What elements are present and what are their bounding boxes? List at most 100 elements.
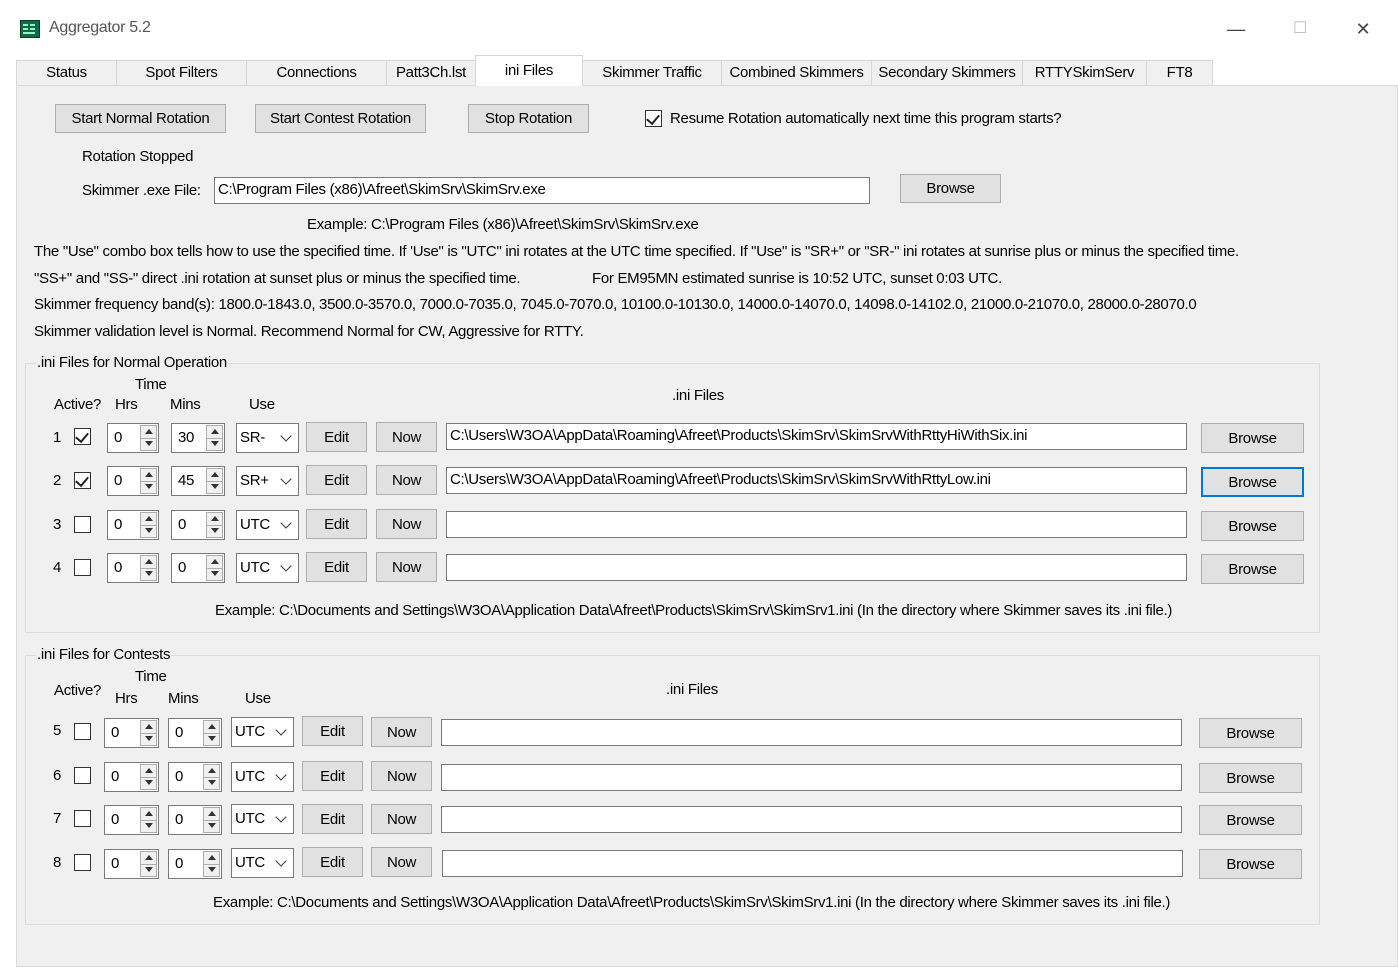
row-hrs-stepper[interactable]: 0 xyxy=(107,423,159,453)
start-normal-rotation-button[interactable]: Start Normal Rotation xyxy=(55,104,226,133)
row-browse-button[interactable]: Browse xyxy=(1201,511,1304,541)
row-now-button[interactable]: Now xyxy=(376,509,437,539)
resume-rotation-checkbox[interactable] xyxy=(645,110,662,127)
row-browse-button[interactable]: Browse xyxy=(1199,805,1302,835)
spin-down-icon[interactable] xyxy=(141,820,156,832)
spin-down-icon[interactable] xyxy=(141,438,156,450)
row-active-checkbox[interactable] xyxy=(74,516,91,533)
spin-down-icon[interactable] xyxy=(141,777,156,789)
tab-ft8[interactable]: FT8 xyxy=(1146,60,1213,85)
row-browse-button[interactable]: Browse xyxy=(1199,763,1302,793)
row-use-select[interactable]: UTC xyxy=(231,848,294,878)
row-edit-button[interactable]: Edit xyxy=(302,847,363,877)
spin-down-icon[interactable] xyxy=(141,481,156,493)
spin-down-icon[interactable] xyxy=(141,733,156,745)
row-browse-button[interactable]: Browse xyxy=(1201,554,1304,584)
normal-operation-group-label: .ini Files for Normal Operation xyxy=(36,354,228,371)
maximize-icon[interactable]: ☐ xyxy=(1289,18,1311,40)
row-browse-button[interactable]: Browse xyxy=(1199,849,1302,879)
spin-down-icon[interactable] xyxy=(141,568,156,580)
row-use-select[interactable]: UTC xyxy=(231,804,294,834)
spin-down-icon[interactable] xyxy=(207,525,222,537)
row-active-checkbox[interactable] xyxy=(74,472,91,489)
row-ini-path-input[interactable]: C:\Users\W3OA\AppData\Roaming\Afreet\Pro… xyxy=(446,467,1187,494)
row-edit-button[interactable]: Edit xyxy=(306,422,367,452)
row-edit-button[interactable]: Edit xyxy=(306,465,367,495)
tab-patt3ch[interactable]: Patt3Ch.lst xyxy=(386,60,476,85)
close-icon[interactable]: ✕ xyxy=(1352,18,1374,40)
row-active-checkbox[interactable] xyxy=(74,559,91,576)
row-ini-path-input[interactable] xyxy=(446,511,1187,538)
row-use-select[interactable]: UTC xyxy=(236,510,299,540)
spin-down-icon[interactable] xyxy=(204,820,219,832)
row-hrs-stepper[interactable]: 0 xyxy=(107,466,159,496)
row-active-checkbox[interactable] xyxy=(74,854,91,871)
spin-down-icon[interactable] xyxy=(204,733,219,745)
tab-secondary-skimmers[interactable]: Secondary Skimmers xyxy=(871,60,1023,85)
row-hrs-stepper[interactable]: 0 xyxy=(104,849,159,879)
row-edit-button[interactable]: Edit xyxy=(302,804,363,834)
row-hrs-stepper[interactable]: 0 xyxy=(107,553,159,583)
row-ini-path-input[interactable] xyxy=(442,850,1183,877)
row-hrs-stepper[interactable]: 0 xyxy=(107,510,159,540)
tab-ini-files[interactable]: ini Files xyxy=(475,55,583,86)
skimmer-exe-input[interactable]: C:\Program Files (x86)\Afreet\SkimSrv\Sk… xyxy=(214,177,870,204)
spin-down-icon[interactable] xyxy=(207,481,222,493)
row-active-checkbox[interactable] xyxy=(74,810,91,827)
spin-down-icon[interactable] xyxy=(141,525,156,537)
row-now-button[interactable]: Now xyxy=(376,552,437,582)
row-now-button[interactable]: Now xyxy=(371,847,432,877)
spin-down-icon[interactable] xyxy=(204,864,219,876)
row-active-checkbox[interactable] xyxy=(74,767,91,784)
stop-rotation-button[interactable]: Stop Rotation xyxy=(468,104,589,133)
row-edit-button[interactable]: Edit xyxy=(306,552,367,582)
row-ini-path-input[interactable] xyxy=(446,554,1187,581)
row-active-checkbox[interactable] xyxy=(74,428,91,445)
spin-down-icon[interactable] xyxy=(204,777,219,789)
row-edit-button[interactable]: Edit xyxy=(302,716,363,746)
row-mins-stepper[interactable]: 0 xyxy=(168,718,222,748)
row-hrs-stepper[interactable]: 0 xyxy=(104,718,159,748)
row-use-select[interactable]: SR- xyxy=(236,423,299,453)
tab-spot-filters[interactable]: Spot Filters xyxy=(116,60,247,85)
tab-combined-skimmers[interactable]: Combined Skimmers xyxy=(721,60,872,85)
row-hrs-stepper[interactable]: 0 xyxy=(104,762,159,792)
spin-down-icon[interactable] xyxy=(207,568,222,580)
spin-down-icon[interactable] xyxy=(207,438,222,450)
skimmer-exe-browse-button[interactable]: Browse xyxy=(900,174,1001,203)
row-browse-button[interactable]: Browse xyxy=(1201,467,1304,497)
tab-skimmer-traffic[interactable]: Skimmer Traffic xyxy=(582,60,722,85)
row-use-select[interactable]: UTC xyxy=(231,717,294,747)
row-mins-stepper[interactable]: 30 xyxy=(171,423,225,453)
start-contest-rotation-button[interactable]: Start Contest Rotation xyxy=(255,104,426,133)
row-ini-path-input[interactable] xyxy=(441,764,1182,791)
row-now-button[interactable]: Now xyxy=(376,422,437,452)
row-active-checkbox[interactable] xyxy=(74,723,91,740)
row-ini-path-input[interactable] xyxy=(441,806,1182,833)
row-use-select[interactable]: SR+ xyxy=(236,466,299,496)
row-now-button[interactable]: Now xyxy=(371,804,432,834)
row-mins-stepper[interactable]: 0 xyxy=(168,762,222,792)
row-mins-stepper[interactable]: 0 xyxy=(171,553,225,583)
row-mins-stepper[interactable]: 0 xyxy=(168,805,222,835)
row-use-select[interactable]: UTC xyxy=(231,762,294,792)
row-now-button[interactable]: Now xyxy=(376,465,437,495)
row-browse-button[interactable]: Browse xyxy=(1199,718,1302,748)
tab-status[interactable]: Status xyxy=(16,60,117,85)
row-ini-path-input[interactable] xyxy=(441,719,1182,746)
row-edit-button[interactable]: Edit xyxy=(302,761,363,791)
row-mins-stepper[interactable]: 45 xyxy=(171,466,225,496)
row-mins-stepper[interactable]: 0 xyxy=(168,849,222,879)
minimize-icon[interactable]: — xyxy=(1225,18,1247,40)
row-now-button[interactable]: Now xyxy=(371,761,432,791)
row-mins-stepper[interactable]: 0 xyxy=(171,510,225,540)
row-now-button[interactable]: Now xyxy=(371,717,432,747)
row-ini-path-input[interactable]: C:\Users\W3OA\AppData\Roaming\Afreet\Pro… xyxy=(446,423,1187,450)
row-edit-button[interactable]: Edit xyxy=(306,509,367,539)
tab-connections[interactable]: Connections xyxy=(246,60,387,85)
row-browse-button[interactable]: Browse xyxy=(1201,423,1304,453)
row-hrs-stepper[interactable]: 0 xyxy=(104,805,159,835)
tab-rttyskimserv[interactable]: RTTYSkimServ xyxy=(1022,60,1147,85)
row-use-select[interactable]: UTC xyxy=(236,553,299,583)
spin-down-icon[interactable] xyxy=(141,864,156,876)
